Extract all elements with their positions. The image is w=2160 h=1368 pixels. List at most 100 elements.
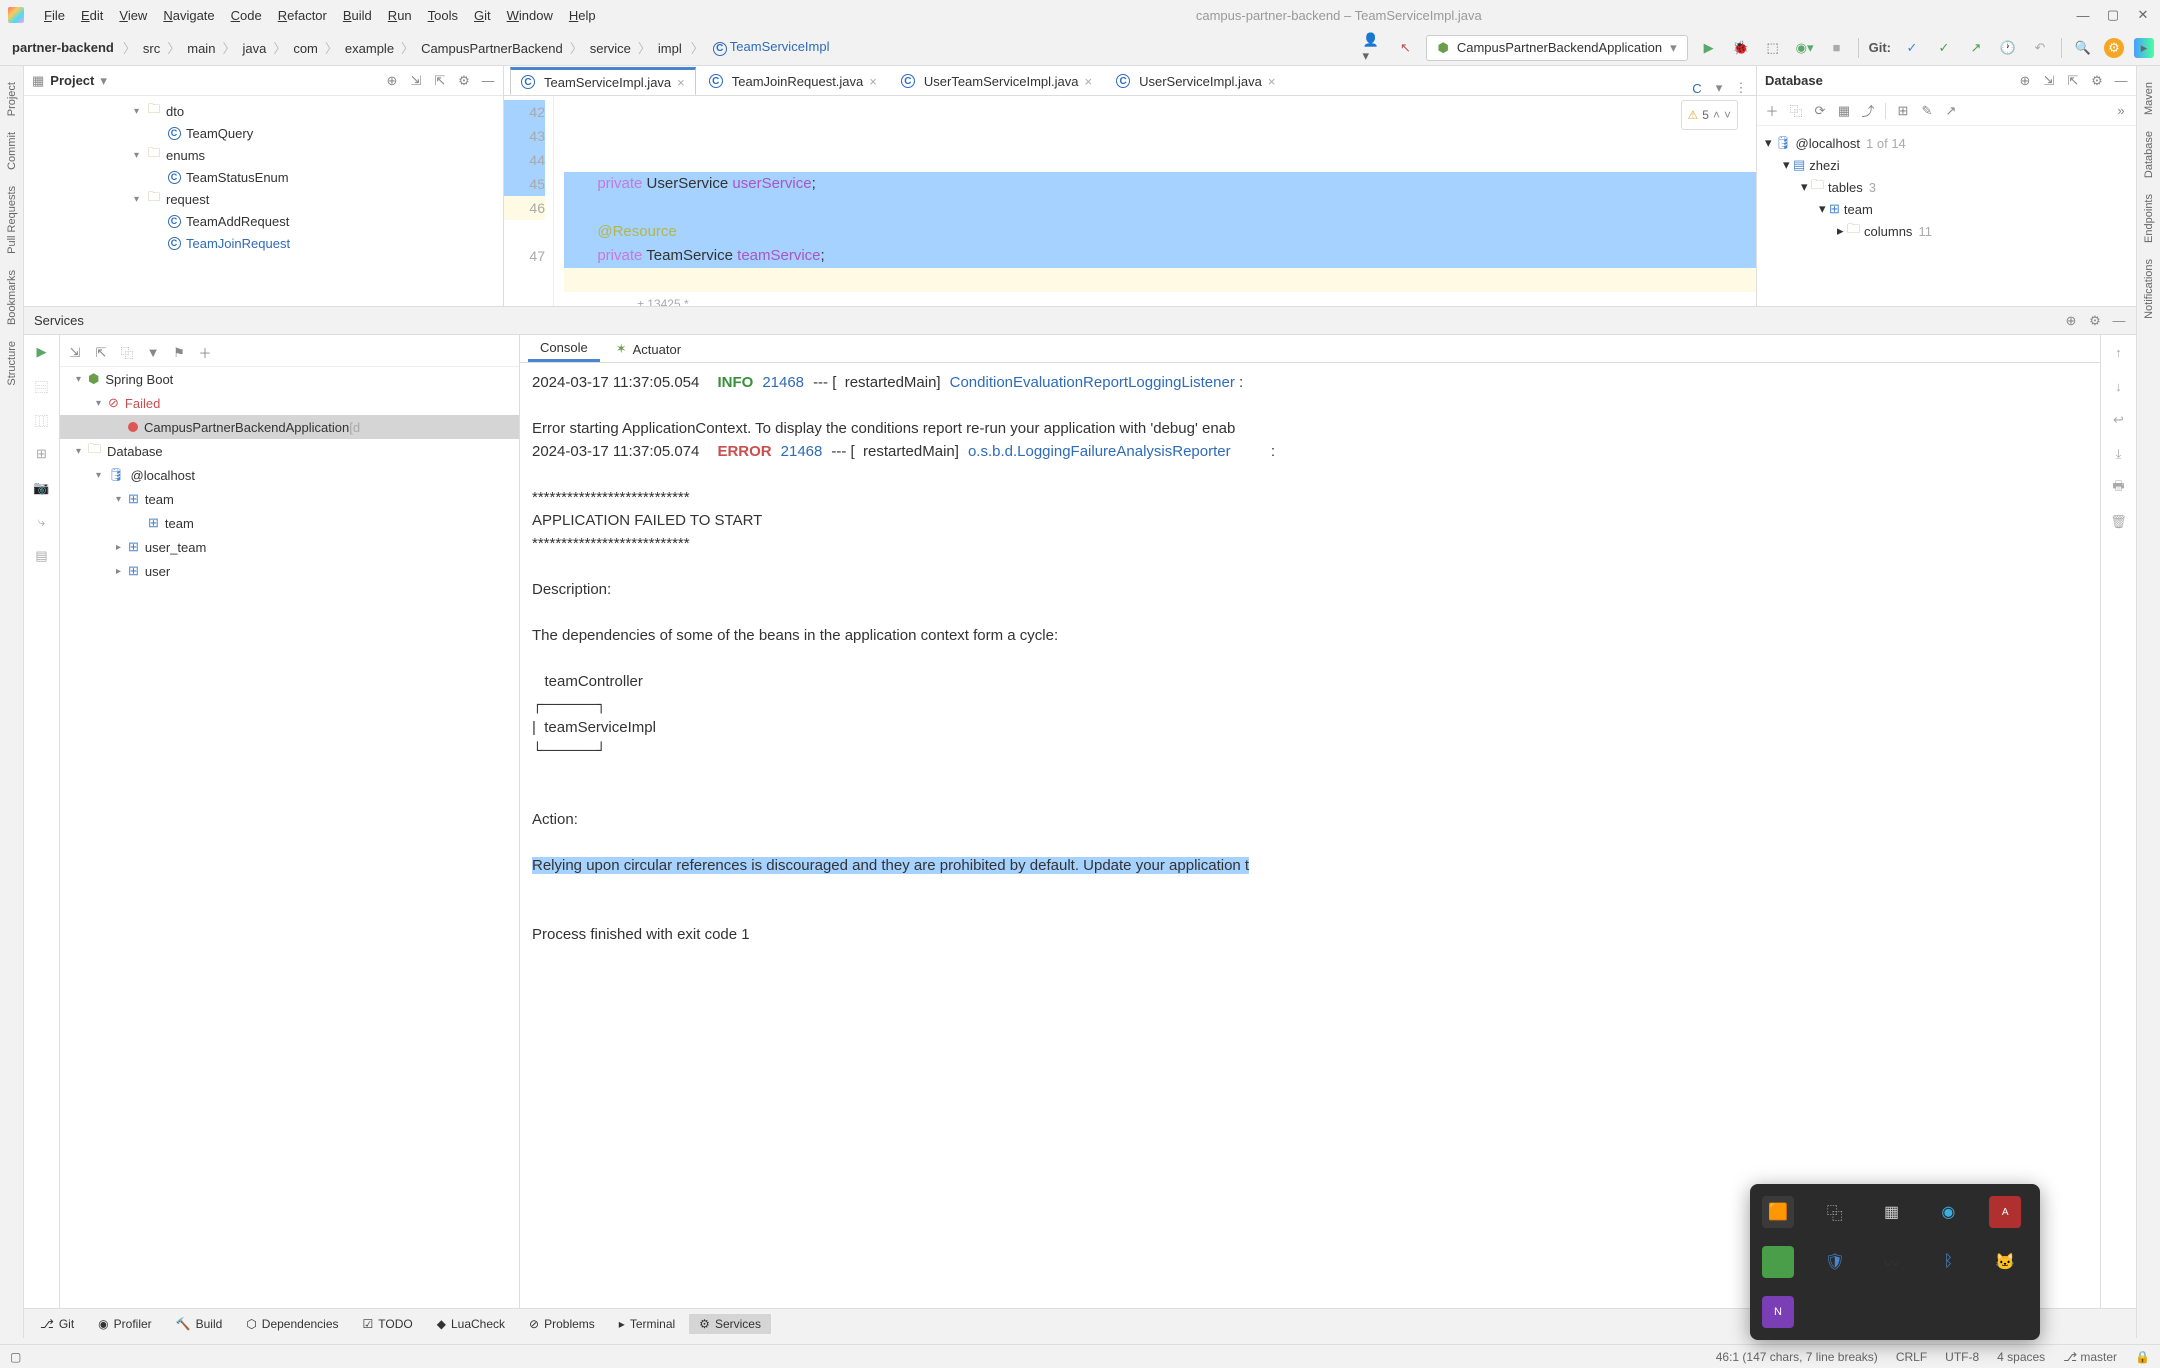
soft-wrap-icon[interactable]: ↩ xyxy=(2108,409,2130,431)
tree-row[interactable]: CTeamJoinRequest xyxy=(24,232,503,254)
editor-tab[interactable]: CTeamServiceImpl.java× xyxy=(510,67,696,95)
back-icon[interactable]: ↖ xyxy=(1394,37,1416,59)
settings-icon[interactable]: ⚙ xyxy=(2104,38,2124,58)
bottom-tab-terminal[interactable]: ▸Terminal xyxy=(609,1314,685,1334)
edit-icon[interactable]: ✎ xyxy=(1920,104,1934,118)
settings-icon[interactable]: ⚙ xyxy=(457,74,471,88)
settings-icon[interactable]: ⚙ xyxy=(2090,74,2104,88)
git-rollback-icon[interactable]: ↶ xyxy=(2029,37,2051,59)
console-tab[interactable]: Console xyxy=(528,336,600,362)
menu-window[interactable]: Window xyxy=(499,4,561,27)
stripe-bookmarks[interactable]: Bookmarks xyxy=(6,262,18,333)
camera-icon[interactable]: 📷 xyxy=(31,477,53,499)
bottom-tab-problems[interactable]: ⊘Problems xyxy=(519,1314,605,1334)
tray-intellij-icon[interactable]: 🟧 xyxy=(1762,1196,1794,1228)
exit-icon[interactable]: ⤷ xyxy=(31,511,53,533)
breadcrumb-segment[interactable]: main xyxy=(181,39,221,58)
run-button[interactable]: ▶ xyxy=(1698,37,1720,59)
chevron-down-icon[interactable]: ˅ xyxy=(1724,103,1731,127)
search-icon[interactable]: 🔍 xyxy=(2072,37,2094,59)
settings-icon[interactable]: ⚙ xyxy=(2088,314,2102,328)
hide-icon[interactable]: — xyxy=(2114,74,2128,88)
tray-onenote-icon[interactable]: N xyxy=(1762,1296,1794,1328)
tree-row[interactable]: ▾🗀enums xyxy=(24,144,503,166)
breadcrumb-segment[interactable]: src xyxy=(137,39,166,58)
hide-icon[interactable]: — xyxy=(481,74,495,88)
refresh-icon[interactable]: ⟳ xyxy=(1813,104,1827,118)
tray-security-icon[interactable]: 🛡 xyxy=(1819,1246,1851,1278)
project-view-icon[interactable]: ▦ xyxy=(32,73,44,89)
tab-dropdown-icon[interactable]: ▾ xyxy=(1712,81,1726,95)
expand-icon[interactable]: ⇲ xyxy=(409,74,423,88)
scroll-down-icon[interactable]: ↓ xyxy=(2108,375,2130,397)
menu-edit[interactable]: Edit xyxy=(73,4,111,27)
maximize-button[interactable]: ▢ xyxy=(2104,6,2122,24)
editor-tab[interactable]: CTeamJoinRequest.java× xyxy=(698,67,888,95)
close-tab-icon[interactable]: × xyxy=(1268,74,1276,89)
add-datasource-icon[interactable]: ＋ xyxy=(1765,104,1779,118)
stripe-pull-requests[interactable]: Pull Requests xyxy=(6,178,18,262)
stripe-structure[interactable]: Structure xyxy=(6,333,18,394)
console-output[interactable]: 2024-03-17 11:37:05.054 INFO 21468 --- [… xyxy=(520,363,2100,1308)
bottom-tab-profiler[interactable]: ◉Profiler xyxy=(88,1314,162,1334)
stripe-endpoints[interactable]: Endpoints xyxy=(2143,186,2155,251)
services-tree-row[interactable]: ▸⊞user_team xyxy=(60,535,519,559)
indent-setting[interactable]: 4 spaces xyxy=(1997,1350,2045,1364)
db-schema-row[interactable]: ▾▤zhezi xyxy=(1757,154,2136,176)
tree-row[interactable]: CTeamAddRequest xyxy=(24,210,503,232)
expand-all-icon[interactable]: ⇲ xyxy=(68,346,82,360)
tab-list-icon[interactable]: C xyxy=(1690,81,1704,95)
stripe-commit[interactable]: Commit xyxy=(6,124,18,178)
breadcrumb-segment[interactable]: example xyxy=(339,39,400,58)
services-tree-row[interactable]: ▾⬢Spring Boot xyxy=(60,367,519,391)
table-icon[interactable]: ⊞ xyxy=(1896,104,1910,118)
menu-git[interactable]: Git xyxy=(466,4,499,27)
services-tree-row[interactable]: ▾🗀Database xyxy=(60,439,519,463)
locate-icon[interactable]: ⊕ xyxy=(385,74,399,88)
services-tree-row[interactable]: CampusPartnerBackendApplication [d xyxy=(60,415,519,439)
tray-amd-icon[interactable]: A xyxy=(1989,1196,2021,1228)
collapse-icon[interactable]: ⇱ xyxy=(2066,74,2080,88)
close-button[interactable]: ✕ xyxy=(2134,6,2152,24)
close-tab-icon[interactable]: × xyxy=(869,74,877,89)
tree-row[interactable]: CTeamQuery xyxy=(24,122,503,144)
file-encoding[interactable]: UTF-8 xyxy=(1945,1350,1979,1364)
menu-help[interactable]: Help xyxy=(561,4,604,27)
lock-icon[interactable]: 🔒 xyxy=(2135,1350,2150,1364)
git-branch[interactable]: ⎇ master xyxy=(2063,1350,2117,1364)
services-tree-row[interactable]: ▾⊞team xyxy=(60,487,519,511)
actuator-tab[interactable]: ✶Actuator xyxy=(604,336,693,362)
editor-gutter[interactable]: 424344454647 xyxy=(504,96,554,306)
project-tree[interactable]: ▾🗀dtoCTeamQuery▾🗀enumsCTeamStatusEnum▾🗀r… xyxy=(24,96,503,258)
db-tables-row[interactable]: ▾🗀tables3 xyxy=(1757,176,2136,198)
clear-icon[interactable]: 🗑 xyxy=(2108,511,2130,533)
git-push-icon[interactable]: ↗ xyxy=(1965,37,1987,59)
layout-icon[interactable]: ▤ xyxy=(31,545,53,567)
database-tree[interactable]: ▾🛢@localhost1 of 14 ▾▤zhezi ▾🗀tables3 ▾⊞… xyxy=(1757,126,2136,248)
tray-cat-icon[interactable]: 🐱 xyxy=(1989,1246,2021,1278)
locate-icon[interactable]: ⊕ xyxy=(2018,74,2032,88)
run-icon[interactable]: ▶ xyxy=(31,341,53,363)
collapse-icon[interactable]: ⇱ xyxy=(433,74,447,88)
stripe-project[interactable]: Project xyxy=(6,74,18,124)
caret-position[interactable]: 46:1 (147 chars, 7 line breaks) xyxy=(1716,1350,1878,1364)
editor-tab[interactable]: CUserTeamServiceImpl.java× xyxy=(890,67,1103,95)
group-icon[interactable]: ⿻ xyxy=(120,346,134,360)
minimize-button[interactable]: — xyxy=(2074,6,2092,24)
git-update-icon[interactable]: ✓ xyxy=(1901,37,1923,59)
close-tab-icon[interactable]: × xyxy=(677,75,685,90)
go-icon[interactable]: ↗ xyxy=(1944,104,1958,118)
ai-assistant-icon[interactable]: ▸ xyxy=(2134,38,2154,58)
system-tray-popup[interactable]: 🟧 ⿻ ▦ ◉ A 🛡 〰 ᛒ 🐱 N xyxy=(1750,1184,2040,1340)
tree-row[interactable]: ▾🗀request xyxy=(24,188,503,210)
print-icon[interactable]: 🖶 xyxy=(2108,477,2130,499)
tray-edge-icon[interactable]: ◉ xyxy=(1932,1196,1964,1228)
tree-icon[interactable]: ⿳ xyxy=(31,375,53,397)
stripe-maven[interactable]: Maven xyxy=(2143,74,2155,123)
bottom-tab-luacheck[interactable]: ◆LuaCheck xyxy=(427,1314,515,1334)
db-columns-row[interactable]: ▸🗀columns11 xyxy=(1757,220,2136,242)
tray-window-icon[interactable]: ⿻ xyxy=(1819,1196,1851,1228)
jump-icon[interactable]: ⤴ xyxy=(1861,104,1875,118)
profile-button[interactable]: ◉▾ xyxy=(1794,37,1816,59)
breadcrumb-project[interactable]: partner-backend xyxy=(6,38,120,57)
